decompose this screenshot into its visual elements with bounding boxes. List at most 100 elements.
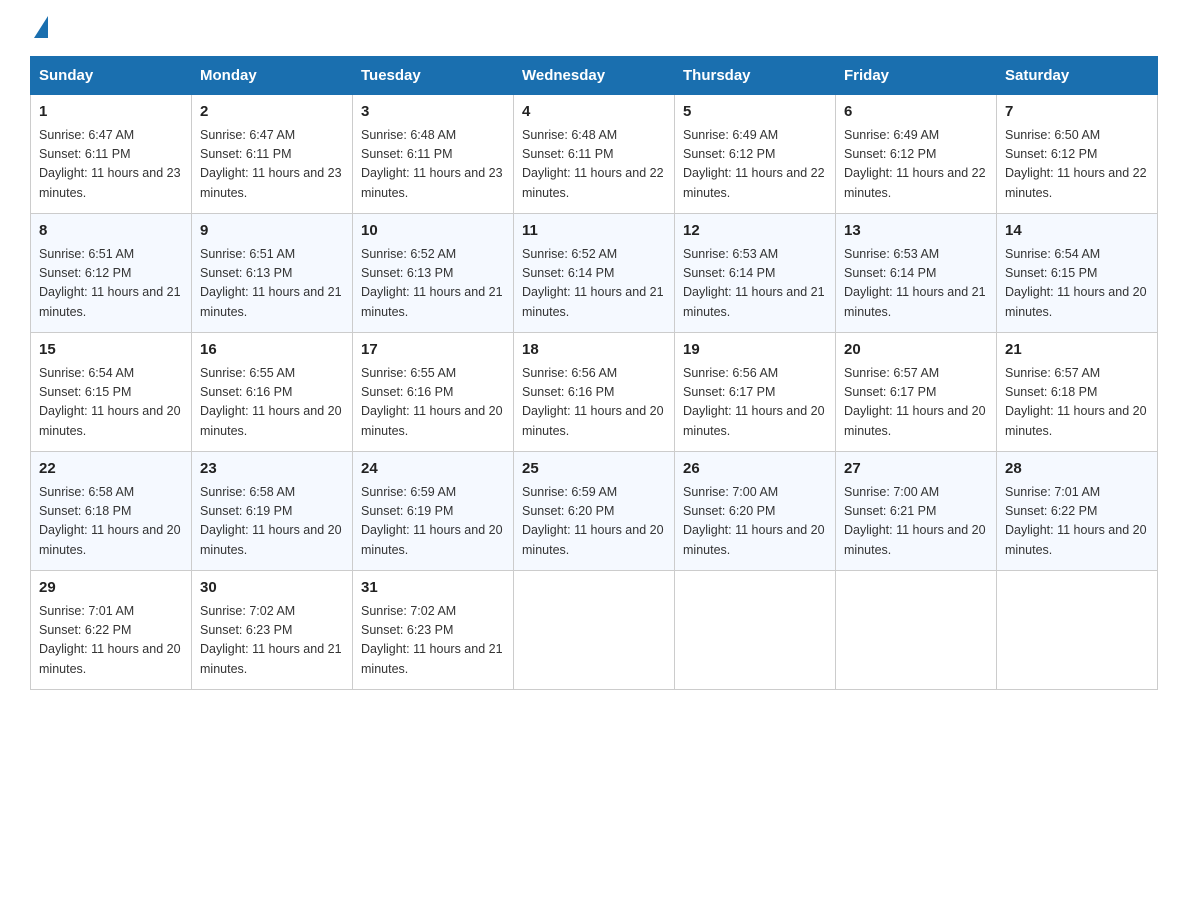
- calendar-body: 1 Sunrise: 6:47 AMSunset: 6:11 PMDayligh…: [31, 95, 1158, 690]
- day-number: 13: [844, 220, 988, 243]
- day-cell: 15 Sunrise: 6:54 AMSunset: 6:15 PMDaylig…: [31, 333, 192, 452]
- day-number: 4: [522, 101, 666, 124]
- header-cell-tuesday: Tuesday: [353, 57, 514, 95]
- day-info: Sunrise: 6:56 AMSunset: 6:17 PMDaylight:…: [683, 366, 825, 438]
- day-info: Sunrise: 6:54 AMSunset: 6:15 PMDaylight:…: [39, 366, 181, 438]
- day-number: 22: [39, 458, 183, 481]
- day-cell: 22 Sunrise: 6:58 AMSunset: 6:18 PMDaylig…: [31, 452, 192, 571]
- day-cell: 20 Sunrise: 6:57 AMSunset: 6:17 PMDaylig…: [836, 333, 997, 452]
- day-number: 30: [200, 577, 344, 600]
- header-cell-thursday: Thursday: [675, 57, 836, 95]
- day-info: Sunrise: 6:57 AMSunset: 6:17 PMDaylight:…: [844, 366, 986, 438]
- day-cell: 8 Sunrise: 6:51 AMSunset: 6:12 PMDayligh…: [31, 214, 192, 333]
- day-number: 12: [683, 220, 827, 243]
- header-cell-sunday: Sunday: [31, 57, 192, 95]
- day-number: 2: [200, 101, 344, 124]
- day-number: 26: [683, 458, 827, 481]
- day-number: 31: [361, 577, 505, 600]
- day-cell: 5 Sunrise: 6:49 AMSunset: 6:12 PMDayligh…: [675, 95, 836, 214]
- day-number: 18: [522, 339, 666, 362]
- day-cell: 9 Sunrise: 6:51 AMSunset: 6:13 PMDayligh…: [192, 214, 353, 333]
- day-number: 9: [200, 220, 344, 243]
- day-cell: 23 Sunrise: 6:58 AMSunset: 6:19 PMDaylig…: [192, 452, 353, 571]
- day-info: Sunrise: 6:55 AMSunset: 6:16 PMDaylight:…: [361, 366, 503, 438]
- day-info: Sunrise: 6:52 AMSunset: 6:14 PMDaylight:…: [522, 247, 664, 319]
- logo-triangle-icon: [34, 16, 48, 38]
- day-info: Sunrise: 7:02 AMSunset: 6:23 PMDaylight:…: [361, 604, 503, 676]
- day-cell: 10 Sunrise: 6:52 AMSunset: 6:13 PMDaylig…: [353, 214, 514, 333]
- day-cell: 21 Sunrise: 6:57 AMSunset: 6:18 PMDaylig…: [997, 333, 1158, 452]
- day-cell: 30 Sunrise: 7:02 AMSunset: 6:23 PMDaylig…: [192, 571, 353, 690]
- day-info: Sunrise: 6:56 AMSunset: 6:16 PMDaylight:…: [522, 366, 664, 438]
- day-info: Sunrise: 6:58 AMSunset: 6:19 PMDaylight:…: [200, 485, 342, 557]
- week-row-2: 8 Sunrise: 6:51 AMSunset: 6:12 PMDayligh…: [31, 214, 1158, 333]
- header-cell-friday: Friday: [836, 57, 997, 95]
- day-number: 1: [39, 101, 183, 124]
- page-header: [30, 20, 1158, 36]
- day-info: Sunrise: 6:57 AMSunset: 6:18 PMDaylight:…: [1005, 366, 1147, 438]
- header-cell-saturday: Saturday: [997, 57, 1158, 95]
- day-info: Sunrise: 6:52 AMSunset: 6:13 PMDaylight:…: [361, 247, 503, 319]
- day-info: Sunrise: 7:00 AMSunset: 6:21 PMDaylight:…: [844, 485, 986, 557]
- day-info: Sunrise: 6:59 AMSunset: 6:19 PMDaylight:…: [361, 485, 503, 557]
- day-cell: 18 Sunrise: 6:56 AMSunset: 6:16 PMDaylig…: [514, 333, 675, 452]
- day-cell: [675, 571, 836, 690]
- week-row-3: 15 Sunrise: 6:54 AMSunset: 6:15 PMDaylig…: [31, 333, 1158, 452]
- week-row-4: 22 Sunrise: 6:58 AMSunset: 6:18 PMDaylig…: [31, 452, 1158, 571]
- day-cell: 27 Sunrise: 7:00 AMSunset: 6:21 PMDaylig…: [836, 452, 997, 571]
- day-cell: 7 Sunrise: 6:50 AMSunset: 6:12 PMDayligh…: [997, 95, 1158, 214]
- calendar-table: SundayMondayTuesdayWednesdayThursdayFrid…: [30, 56, 1158, 690]
- day-info: Sunrise: 6:48 AMSunset: 6:11 PMDaylight:…: [522, 128, 664, 200]
- day-number: 10: [361, 220, 505, 243]
- day-cell: 28 Sunrise: 7:01 AMSunset: 6:22 PMDaylig…: [997, 452, 1158, 571]
- day-cell: 26 Sunrise: 7:00 AMSunset: 6:20 PMDaylig…: [675, 452, 836, 571]
- day-number: 14: [1005, 220, 1149, 243]
- day-cell: [514, 571, 675, 690]
- day-info: Sunrise: 6:54 AMSunset: 6:15 PMDaylight:…: [1005, 247, 1147, 319]
- day-cell: 19 Sunrise: 6:56 AMSunset: 6:17 PMDaylig…: [675, 333, 836, 452]
- day-info: Sunrise: 6:53 AMSunset: 6:14 PMDaylight:…: [683, 247, 825, 319]
- day-info: Sunrise: 6:47 AMSunset: 6:11 PMDaylight:…: [39, 128, 181, 200]
- day-number: 8: [39, 220, 183, 243]
- day-number: 25: [522, 458, 666, 481]
- day-cell: 4 Sunrise: 6:48 AMSunset: 6:11 PMDayligh…: [514, 95, 675, 214]
- day-number: 6: [844, 101, 988, 124]
- day-number: 15: [39, 339, 183, 362]
- day-number: 21: [1005, 339, 1149, 362]
- day-info: Sunrise: 6:53 AMSunset: 6:14 PMDaylight:…: [844, 247, 986, 319]
- day-info: Sunrise: 6:51 AMSunset: 6:12 PMDaylight:…: [39, 247, 181, 319]
- day-cell: 24 Sunrise: 6:59 AMSunset: 6:19 PMDaylig…: [353, 452, 514, 571]
- day-info: Sunrise: 7:01 AMSunset: 6:22 PMDaylight:…: [39, 604, 181, 676]
- day-info: Sunrise: 7:00 AMSunset: 6:20 PMDaylight:…: [683, 485, 825, 557]
- day-number: 11: [522, 220, 666, 243]
- day-number: 20: [844, 339, 988, 362]
- header-cell-monday: Monday: [192, 57, 353, 95]
- day-cell: 2 Sunrise: 6:47 AMSunset: 6:11 PMDayligh…: [192, 95, 353, 214]
- day-number: 7: [1005, 101, 1149, 124]
- day-number: 27: [844, 458, 988, 481]
- day-cell: 31 Sunrise: 7:02 AMSunset: 6:23 PMDaylig…: [353, 571, 514, 690]
- header-cell-wednesday: Wednesday: [514, 57, 675, 95]
- header-row: SundayMondayTuesdayWednesdayThursdayFrid…: [31, 57, 1158, 95]
- day-cell: 16 Sunrise: 6:55 AMSunset: 6:16 PMDaylig…: [192, 333, 353, 452]
- day-number: 28: [1005, 458, 1149, 481]
- logo: [30, 20, 48, 36]
- day-info: Sunrise: 6:55 AMSunset: 6:16 PMDaylight:…: [200, 366, 342, 438]
- day-cell: [836, 571, 997, 690]
- week-row-5: 29 Sunrise: 7:01 AMSunset: 6:22 PMDaylig…: [31, 571, 1158, 690]
- day-cell: 13 Sunrise: 6:53 AMSunset: 6:14 PMDaylig…: [836, 214, 997, 333]
- day-info: Sunrise: 7:01 AMSunset: 6:22 PMDaylight:…: [1005, 485, 1147, 557]
- day-info: Sunrise: 6:51 AMSunset: 6:13 PMDaylight:…: [200, 247, 342, 319]
- day-cell: 29 Sunrise: 7:01 AMSunset: 6:22 PMDaylig…: [31, 571, 192, 690]
- day-number: 29: [39, 577, 183, 600]
- day-cell: 25 Sunrise: 6:59 AMSunset: 6:20 PMDaylig…: [514, 452, 675, 571]
- day-info: Sunrise: 6:47 AMSunset: 6:11 PMDaylight:…: [200, 128, 342, 200]
- day-cell: 12 Sunrise: 6:53 AMSunset: 6:14 PMDaylig…: [675, 214, 836, 333]
- day-number: 3: [361, 101, 505, 124]
- day-number: 24: [361, 458, 505, 481]
- day-info: Sunrise: 6:49 AMSunset: 6:12 PMDaylight:…: [844, 128, 986, 200]
- day-info: Sunrise: 7:02 AMSunset: 6:23 PMDaylight:…: [200, 604, 342, 676]
- day-info: Sunrise: 6:50 AMSunset: 6:12 PMDaylight:…: [1005, 128, 1147, 200]
- day-cell: 17 Sunrise: 6:55 AMSunset: 6:16 PMDaylig…: [353, 333, 514, 452]
- day-cell: [997, 571, 1158, 690]
